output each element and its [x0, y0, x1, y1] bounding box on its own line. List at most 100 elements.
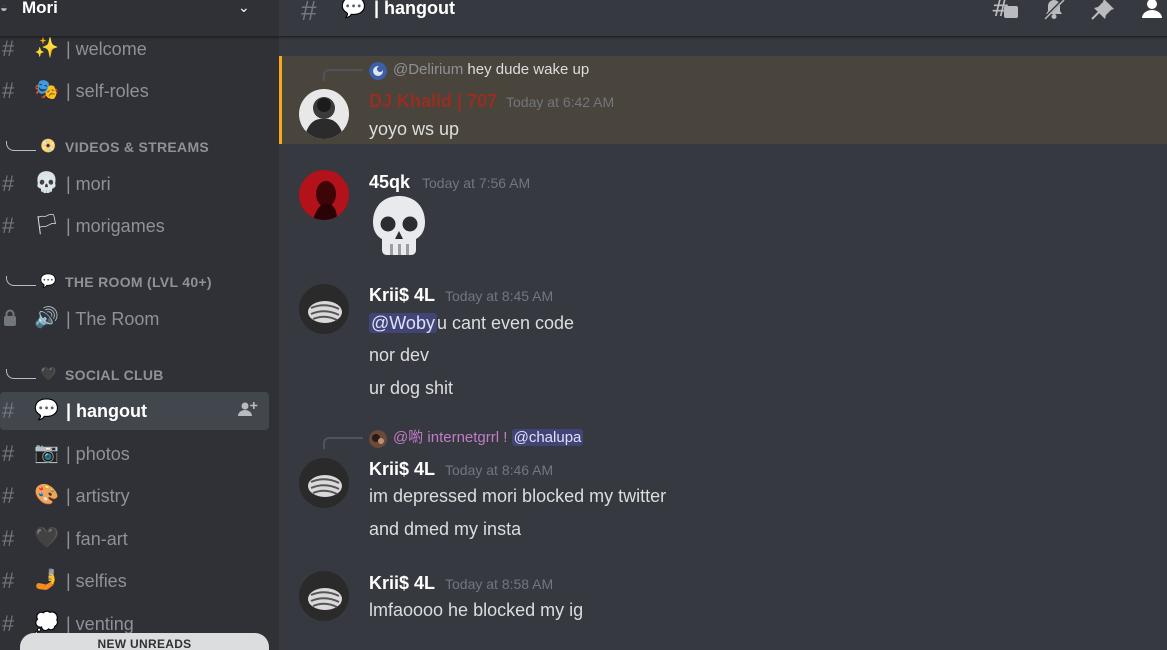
- channel-name: | photos: [66, 444, 130, 464]
- message-text: lmfaoooo he blocked my ig: [369, 600, 584, 620]
- channel-emoji: 🖤: [34, 527, 59, 549]
- hash-icon: #: [2, 78, 15, 103]
- hash-icon: #: [2, 213, 15, 238]
- category-social-club[interactable]: 🖤 SOCIAL CLUB: [0, 365, 269, 385]
- channel-photos[interactable]: # 📷 | photos: [0, 435, 269, 473]
- message-text: im depressed mori blocked my twitter: [369, 486, 667, 506]
- message-text: yoyo ws up: [369, 119, 460, 139]
- category-videos-streams[interactable]: 📀 VIDEOS & STREAMS: [0, 137, 269, 157]
- channel-name: | artistry: [66, 486, 130, 506]
- channel-the-room[interactable]: 🔊 | The Room: [0, 300, 269, 338]
- channel-fan-art[interactable]: # 🖤 | fan-art: [0, 520, 269, 558]
- avatar[interactable]: [299, 170, 349, 220]
- channel-mori[interactable]: # 💀 | mori: [0, 165, 269, 203]
- channel-selfies[interactable]: # 🤳 | selfies: [0, 562, 269, 600]
- channel-self-roles[interactable]: # 🎭 | self-roles: [0, 72, 269, 110]
- channel-name: | welcome: [66, 39, 147, 59]
- category-emoji: 🖤: [40, 366, 57, 381]
- server-name: Mori: [22, 0, 58, 17]
- reply-text: hey dude wake up: [463, 61, 590, 78]
- message-list: @Delirium hey dude wake up DJ Khalid | 7…: [279, 38, 1167, 650]
- message-text: @Woby u cant even code: [369, 312, 574, 334]
- avatar: [369, 62, 387, 80]
- channel-emoji: ✨: [34, 37, 59, 59]
- message-author[interactable]: Krii$ 4L: [369, 458, 435, 480]
- hash-icon: #: [2, 398, 15, 423]
- message-timestamp: Today at 8:45 AM: [445, 288, 554, 304]
- message-timestamp: Today at 7:56 AM: [422, 175, 531, 191]
- avatar[interactable]: [299, 89, 349, 139]
- channel-hangout[interactable]: # 💬 | hangout: [0, 392, 269, 430]
- category-label: SOCIAL CLUB: [65, 367, 164, 383]
- channel-emoji: 💬: [341, 0, 366, 19]
- avatar[interactable]: [299, 284, 349, 334]
- channel-emoji: 🏳: [34, 214, 60, 236]
- reply-author[interactable]: @喲 internetgrrl !: [393, 429, 507, 446]
- hash-icon: #: [2, 611, 15, 636]
- channel-artistry[interactable]: # 🎨 | artistry: [0, 477, 269, 515]
- reply-mention: @Delirium hey dude wake up: [393, 60, 589, 80]
- channel-emoji: 🎨: [34, 484, 59, 506]
- hash-icon: #: [2, 526, 15, 551]
- hash-icon: #: [2, 36, 15, 61]
- channel-title: | hangout: [374, 0, 456, 18]
- server-header[interactable]: ◒ Mori ⌄: [0, 0, 279, 37]
- pin-icon[interactable]: [1091, 0, 1115, 20]
- channel-name: | fan-art: [66, 529, 128, 549]
- message-author[interactable]: DJ Khalid | 707: [369, 90, 497, 112]
- user-mention[interactable]: @chalupa: [511, 429, 584, 446]
- channel-emoji: 🔊: [34, 307, 59, 329]
- channel-emoji: 💀: [34, 172, 59, 194]
- invite-user-icon[interactable]: [238, 401, 258, 417]
- message-author[interactable]: Krii$ 4L: [369, 572, 435, 594]
- channel-emoji: 🤳: [34, 569, 59, 591]
- mute-bell-icon[interactable]: [1042, 0, 1066, 20]
- category-label: VIDEOS & STREAMS: [65, 139, 210, 155]
- user-mention[interactable]: @Woby: [369, 313, 437, 333]
- hash-icon: #: [301, 0, 317, 26]
- channel-emoji: 📷: [34, 442, 59, 464]
- hash-icon: #: [2, 483, 15, 508]
- lock-icon: [4, 309, 16, 326]
- channel-emoji: 💭: [34, 612, 59, 634]
- channel-morigames[interactable]: # 🏳 | morigames: [0, 207, 269, 245]
- reply-branch: [323, 69, 363, 81]
- category-branch: [6, 369, 36, 379]
- message-timestamp: Today at 6:42 AM: [506, 94, 615, 110]
- channel-emoji: 💬: [34, 399, 59, 421]
- hash-icon: #: [2, 171, 15, 196]
- message-timestamp: Today at 8:46 AM: [445, 462, 554, 478]
- channel-name: | selfies: [66, 571, 127, 591]
- message-text-content: u cant even code: [436, 313, 575, 333]
- hash-icon: #: [2, 568, 15, 593]
- channel-name: | self-roles: [66, 81, 149, 101]
- member-list-icon[interactable]: [1139, 0, 1165, 20]
- message-author[interactable]: Krii$ 4L: [369, 284, 435, 306]
- category-label: THE ROOM (LVL 40+): [65, 274, 212, 290]
- channel-name: | The Room: [66, 309, 160, 329]
- skull-emoji: [373, 196, 425, 255]
- avatar[interactable]: [299, 571, 349, 621]
- server-icon: ◒: [0, 0, 8, 15]
- new-unreads-button[interactable]: NEW UNREADS: [20, 633, 269, 650]
- channel-name: | morigames: [66, 216, 165, 236]
- threads-icon[interactable]: #: [991, 0, 1019, 20]
- hash-icon: #: [2, 441, 15, 466]
- reply-branch: [323, 437, 363, 449]
- channel-name: | venting: [66, 614, 134, 634]
- message-timestamp: Today at 8:58 AM: [445, 576, 554, 592]
- channel-sidebar: ◒ Mori ⌄ # ✨ | welcome # 🎭 | self-roles …: [0, 0, 279, 650]
- category-emoji: 💬: [40, 273, 57, 288]
- message-text: ur dog shit: [369, 378, 454, 398]
- message-text: and dmed my insta: [369, 519, 522, 539]
- reply-author[interactable]: @Delirium: [393, 61, 463, 78]
- category-branch: [6, 141, 36, 151]
- category-branch: [6, 276, 36, 286]
- category-the-room[interactable]: 💬 THE ROOM (LVL 40+): [0, 272, 269, 292]
- message-author[interactable]: 45qk: [369, 171, 410, 193]
- channel-name: | hangout: [66, 401, 148, 421]
- avatar[interactable]: [299, 458, 349, 508]
- channel-name: | mori: [66, 174, 111, 194]
- channel-header: # 💬 | hangout #: [279, 0, 1167, 37]
- chevron-down-icon[interactable]: ⌄: [238, 0, 250, 17]
